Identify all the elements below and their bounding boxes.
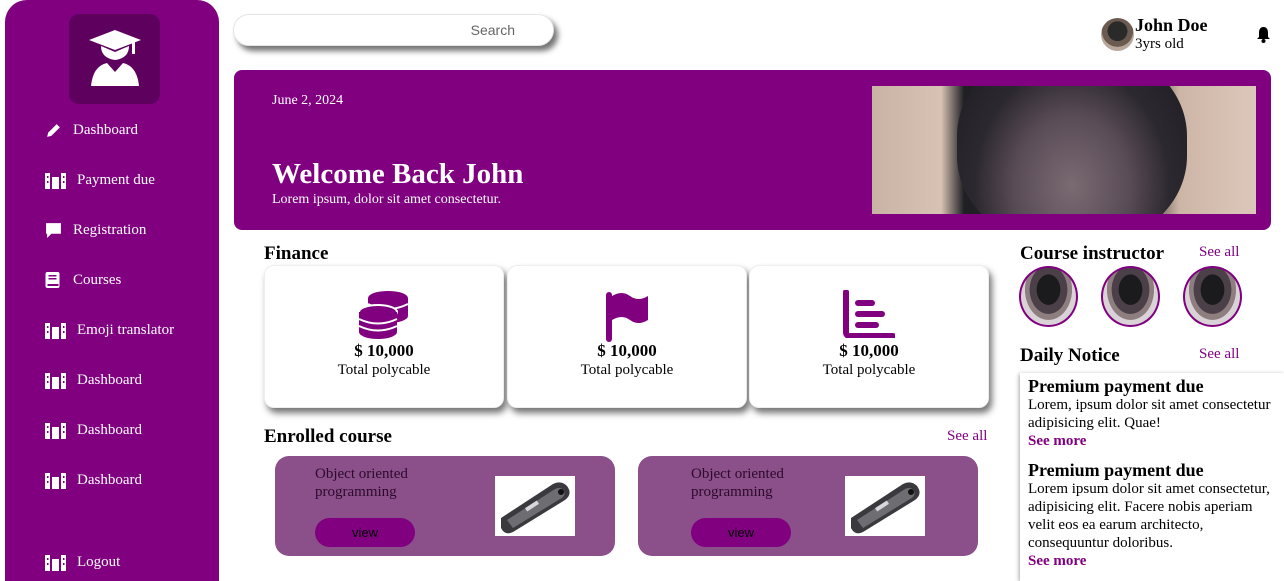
sidebar-item-registration[interactable]: Registration <box>45 218 146 242</box>
enrolled-see-all-link[interactable]: See all <box>947 428 987 445</box>
flag-icon <box>604 290 650 347</box>
building-icon <box>45 471 71 489</box>
course-card: Object oriented programming view <box>638 456 978 556</box>
banner-title: Welcome Back John <box>272 158 524 190</box>
instructor-avatar[interactable] <box>1019 266 1078 327</box>
banner-photo <box>872 86 1256 214</box>
instructors-see-all-link[interactable]: See all <box>1199 244 1239 261</box>
sidebar-item-payment-due[interactable]: Payment due <box>45 168 155 192</box>
instructor-avatar[interactable] <box>1101 266 1160 327</box>
enrolled-heading: Enrolled course <box>264 426 392 447</box>
instructor-avatar[interactable] <box>1183 266 1242 327</box>
sidebar-item-label: Emoji translator <box>77 321 175 338</box>
notice-body: Lorem, ipsum dolor sit amet consectetur … <box>1028 397 1271 431</box>
banner-subtitle: Lorem ipsum, dolor sit amet consectetur. <box>272 192 502 207</box>
finance-card: $ 10,000 Total polycable <box>264 265 504 408</box>
bell-icon[interactable] <box>1256 26 1271 48</box>
notice-item: Premium payment due Lorem, ipsum dolor s… <box>1028 376 1278 450</box>
building-icon <box>45 321 71 339</box>
sidebar: Dashboard Payment due Registration Cours… <box>5 0 219 581</box>
sidebar-item-courses[interactable]: Courses <box>45 268 121 292</box>
view-button[interactable]: view <box>691 518 791 547</box>
sidebar-item-label: Courses <box>73 271 122 288</box>
sidebar-item-dashboard-3[interactable]: Dashboard <box>45 418 142 442</box>
sidebar-item-dashboard-2[interactable]: Dashboard <box>45 368 142 392</box>
course-name: Object oriented programming <box>691 466 784 500</box>
finance-card: $ 10,000 Total polycable <box>507 265 747 408</box>
card-amount: $ 10,000 <box>839 341 899 360</box>
card-label: Total polycable <box>822 362 916 378</box>
search-bar <box>233 14 554 46</box>
pencil-icon <box>45 121 67 139</box>
notice-list: Premium payment due Lorem, ipsum dolor s… <box>1020 373 1284 581</box>
finance-heading: Finance <box>264 243 329 264</box>
sidebar-item-label: Registration <box>73 221 147 238</box>
notice-title: Premium payment due <box>1028 460 1204 480</box>
user-age: 3yrs old <box>1135 36 1184 52</box>
sidebar-item-label: Dashboard <box>73 121 138 138</box>
sidebar-item-emoji-translator[interactable]: Emoji translator <box>45 318 174 342</box>
notice-body: Lorem ipsum dolor sit amet consectetur, … <box>1028 481 1270 551</box>
building-icon <box>45 421 71 439</box>
building-icon <box>45 171 71 189</box>
sidebar-item-label: Dashboard <box>77 371 142 388</box>
card-label: Total polycable <box>337 362 431 378</box>
sidebar-item-label: Payment due <box>77 171 155 188</box>
book-icon <box>45 271 67 289</box>
card-amount: $ 10,000 <box>354 341 414 360</box>
view-button[interactable]: view <box>315 518 415 547</box>
user-profile[interactable]: John Doe 3yrs old <box>1101 15 1208 55</box>
building-icon <box>45 553 71 571</box>
chart-icon <box>843 289 896 343</box>
course-name: Object oriented programming <box>315 466 408 500</box>
avatar <box>1101 18 1134 51</box>
notice-title: Premium payment due <box>1028 376 1204 396</box>
see-more-link[interactable]: See more <box>1028 432 1278 450</box>
see-more-link[interactable]: See more <box>1028 552 1278 570</box>
sidebar-item-label: Dashboard <box>77 471 142 488</box>
user-name: John Doe <box>1135 15 1208 35</box>
user-info: John Doe 3yrs old <box>1135 15 1208 53</box>
coins-icon <box>358 290 410 345</box>
sidebar-item-dashboard-4[interactable]: Dashboard <box>45 468 142 492</box>
welcome-banner: June 2, 2024 Welcome Back John Lorem ips… <box>234 70 1271 230</box>
sidebar-item-label: Dashboard <box>77 421 142 438</box>
banner-date: June 2, 2024 <box>272 93 344 108</box>
notice-see-all-link[interactable]: See all <box>1199 346 1239 363</box>
usb-drive-image <box>845 476 925 536</box>
logout-button[interactable]: Logout <box>45 550 120 574</box>
course-card: Object oriented programming view <box>275 456 615 556</box>
sidebar-item-dashboard[interactable]: Dashboard <box>45 118 138 142</box>
card-label: Total polycable <box>580 362 674 378</box>
card-amount: $ 10,000 <box>597 341 657 360</box>
chat-icon <box>45 221 67 239</box>
notice-item: Premium payment due Lorem ipsum dolor si… <box>1028 460 1278 570</box>
finance-card: $ 10,000 Total polycable <box>749 265 989 408</box>
instructors-heading: Course instructor <box>1020 243 1165 264</box>
search-input[interactable] <box>234 15 553 45</box>
graduate-logo-icon <box>69 14 160 104</box>
usb-drive-image <box>495 476 575 536</box>
notice-heading: Daily Notice <box>1020 345 1120 366</box>
building-icon <box>45 371 71 389</box>
logout-label: Logout <box>77 553 121 570</box>
